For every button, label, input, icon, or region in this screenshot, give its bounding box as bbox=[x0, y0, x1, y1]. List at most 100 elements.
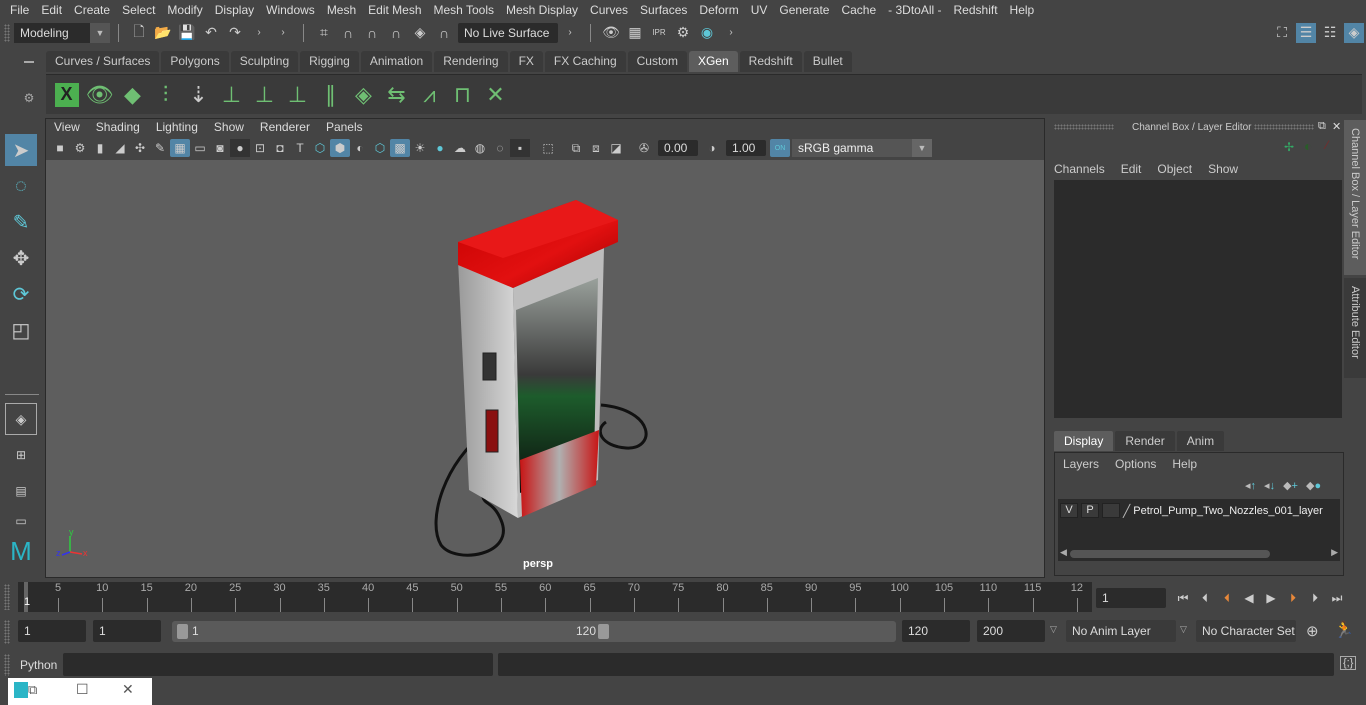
float-panel-icon[interactable]: ⧉ bbox=[1318, 120, 1326, 133]
step-forward-frame-icon[interactable]: ⏵ bbox=[1305, 588, 1325, 608]
tool-settings-icon[interactable]: ☷ bbox=[1320, 23, 1340, 43]
menu-modify[interactable]: Modify bbox=[161, 3, 208, 17]
layer-playback-toggle[interactable]: P bbox=[1081, 503, 1099, 518]
menu-help[interactable]: Help bbox=[1004, 3, 1041, 17]
wireframe-icon[interactable]: ⬡ bbox=[310, 139, 330, 157]
close-panel-icon[interactable]: ✕ bbox=[1332, 120, 1341, 133]
exposure-icon[interactable]: ✇ bbox=[634, 139, 654, 157]
shelf-menu-icon[interactable] bbox=[24, 61, 34, 63]
menu-edit[interactable]: Edit bbox=[35, 3, 68, 17]
snap-view-plane-icon[interactable]: ◈ bbox=[410, 23, 430, 43]
menu-3dtoall[interactable]: - 3DtoAll - bbox=[882, 3, 947, 17]
command-line-grip[interactable] bbox=[4, 654, 10, 676]
hypershade-icon[interactable]: ◉ bbox=[697, 23, 717, 43]
character-set-dropdown-arrow-icon[interactable]: ▽ bbox=[1180, 624, 1187, 635]
shelf-settings-gear-icon[interactable]: ⚙ bbox=[18, 91, 40, 105]
menu-edit-mesh[interactable]: Edit Mesh bbox=[362, 3, 427, 17]
menu-generate[interactable]: Generate bbox=[773, 3, 835, 17]
channel-menu-show[interactable]: Show bbox=[1208, 162, 1238, 176]
panel-menu-panels[interactable]: Panels bbox=[318, 120, 371, 138]
auto-key-icon[interactable]: ⊕ bbox=[1306, 622, 1319, 640]
layer-list-scrollbar[interactable]: ◀ ▶ bbox=[1060, 547, 1338, 559]
channel-menu-object[interactable]: Object bbox=[1157, 162, 1192, 176]
make-live-icon[interactable]: ∩ bbox=[434, 23, 454, 43]
outliner-persp-layout-icon[interactable]: ▤ bbox=[5, 475, 37, 507]
scrollbar-thumb[interactable] bbox=[1070, 550, 1270, 558]
panel-grip[interactable] bbox=[1254, 124, 1314, 130]
shelf-tab-redshift[interactable]: Redshift bbox=[739, 51, 802, 72]
two-sided-lighting-icon[interactable]: ◪ bbox=[606, 139, 626, 157]
menu-deform[interactable]: Deform bbox=[693, 3, 744, 17]
gamma-field[interactable]: 1.00 bbox=[726, 140, 766, 156]
layer-tab-anim[interactable]: Anim bbox=[1176, 431, 1225, 451]
speed-icon[interactable]: ◐ bbox=[1304, 138, 1312, 154]
film-gate-icon[interactable]: ▭ bbox=[190, 139, 210, 157]
menu-curves[interactable]: Curves bbox=[584, 3, 634, 17]
current-frame-field[interactable]: 1 bbox=[1096, 588, 1166, 608]
menu-uv[interactable]: UV bbox=[745, 3, 774, 17]
shelf-tab-polygons[interactable]: Polygons bbox=[161, 51, 229, 72]
scroll-right-icon[interactable]: ▶ bbox=[1331, 547, 1338, 558]
grid-icon[interactable]: ▦ bbox=[170, 139, 190, 157]
textured-icon[interactable]: ▩ bbox=[390, 139, 410, 157]
layer-name[interactable]: Petrol_Pump_Two_Nozzles_001_layer bbox=[1133, 505, 1323, 517]
script-editor-icon[interactable]: {;} bbox=[1340, 656, 1357, 670]
attribute-editor-toggle-icon[interactable]: ☰ bbox=[1296, 22, 1316, 43]
shelf-tab-animation[interactable]: Animation bbox=[360, 51, 433, 72]
script-language-toggle[interactable]: Python bbox=[20, 658, 57, 672]
scroll-left-icon[interactable]: ◀ bbox=[1060, 547, 1067, 558]
xgen-add-guide-icon[interactable]: ⊥ bbox=[215, 79, 248, 111]
character-set-dropdown[interactable]: No Character Set bbox=[1196, 620, 1296, 642]
side-tab-channel-box[interactable]: Channel Box / Layer Editor bbox=[1344, 120, 1366, 275]
status-line-grip[interactable] bbox=[4, 23, 10, 42]
lasso-select-tool-icon[interactable]: ◌ bbox=[5, 170, 37, 202]
channel-box-toggle-icon[interactable]: ◈ bbox=[1344, 22, 1364, 43]
gamma-icon[interactable]: ◑ bbox=[702, 139, 722, 157]
panel-menu-shading[interactable]: Shading bbox=[88, 120, 148, 138]
shadows-icon[interactable]: ● bbox=[430, 139, 450, 157]
xgen-delete-guides-icon[interactable]: ✕ bbox=[479, 79, 512, 111]
manipulator-icon[interactable]: ✢ bbox=[1284, 140, 1294, 154]
step-back-key-icon[interactable]: ⏴ bbox=[1217, 588, 1237, 608]
ipr-render-icon[interactable]: IPR bbox=[649, 23, 669, 43]
xgen-place-guides-icon[interactable]: ⇣ bbox=[182, 79, 215, 111]
layer-tab-display[interactable]: Display bbox=[1054, 431, 1114, 451]
resolution-gate-icon[interactable]: ◙ bbox=[210, 139, 230, 157]
time-slider-grip[interactable] bbox=[4, 584, 10, 610]
go-to-start-icon[interactable]: ⏮ bbox=[1173, 588, 1193, 608]
collapse-arrow-icon[interactable]: › bbox=[560, 23, 580, 43]
snap-point-icon[interactable]: ∩ bbox=[362, 23, 382, 43]
snap-projected-center-icon[interactable]: ∩ bbox=[386, 23, 406, 43]
anim-layer-dropdown[interactable]: No Anim Layer bbox=[1066, 620, 1176, 642]
xgen-show-icon[interactable]: 👁 bbox=[83, 79, 116, 111]
playback-start-field[interactable]: 1 bbox=[93, 620, 161, 642]
grease-pencil-icon[interactable]: ✎ bbox=[150, 139, 170, 157]
layer-row[interactable]: V P ╱ Petrol_Pump_Two_Nozzles_001_layer bbox=[1060, 503, 1340, 518]
shelf-tab-fx[interactable]: FX bbox=[509, 51, 543, 72]
shelf-tab-custom[interactable]: Custom bbox=[627, 51, 687, 72]
shelf-tab-sculpting[interactable]: Sculpting bbox=[230, 51, 299, 72]
play-backwards-icon[interactable]: ◀ bbox=[1239, 588, 1259, 608]
smooth-shade-icon[interactable]: ⬢ bbox=[330, 139, 350, 157]
anti-aliasing-icon[interactable]: ◌ bbox=[490, 139, 510, 157]
layer-color-swatch[interactable]: ╱ bbox=[1123, 504, 1130, 518]
range-end-handle[interactable] bbox=[598, 624, 609, 639]
snap-curve-icon[interactable]: ∩ bbox=[338, 23, 358, 43]
panel-grip[interactable] bbox=[1054, 124, 1114, 130]
select-tool-icon[interactable]: ➤ bbox=[5, 134, 37, 166]
safe-title-icon[interactable]: T bbox=[290, 139, 310, 157]
save-scene-icon[interactable]: 💾 bbox=[177, 23, 197, 43]
new-scene-icon[interactable]: 🗋 bbox=[129, 23, 149, 43]
xgen-interactive-groom-icon[interactable]: ⇆ bbox=[380, 79, 413, 111]
open-scene-icon[interactable]: 📂 bbox=[153, 23, 173, 43]
start-frame-field[interactable]: 1 bbox=[18, 620, 86, 642]
paint-select-tool-icon[interactable]: ✎ bbox=[5, 206, 37, 238]
move-layer-up-icon[interactable]: ◂↑ bbox=[1245, 479, 1256, 492]
channel-menu-channels[interactable]: Channels bbox=[1054, 162, 1105, 176]
end-frame-field[interactable]: 200 bbox=[977, 620, 1045, 642]
safe-action-icon[interactable]: ◘ bbox=[270, 139, 290, 157]
restore-icon[interactable]: ⧉ bbox=[28, 682, 37, 698]
menu-cache[interactable]: Cache bbox=[835, 3, 882, 17]
render-current-frame-icon[interactable]: ▦ bbox=[625, 23, 645, 43]
mode-selector[interactable]: Modeling ▼ bbox=[14, 22, 110, 43]
